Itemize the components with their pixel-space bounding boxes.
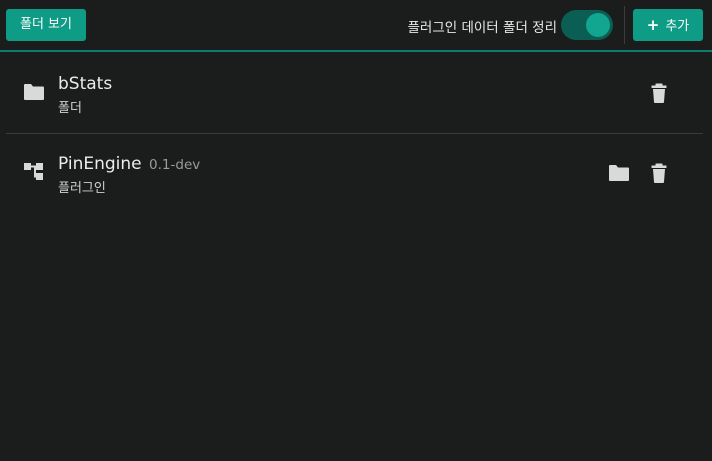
toolbar-divider [624, 6, 625, 44]
list-item[interactable]: PinEngine 0.1-dev 플러그인 [6, 134, 703, 214]
item-version: 0.1-dev [149, 157, 201, 173]
folder-icon[interactable] [606, 160, 632, 186]
item-title: PinEngine 0.1-dev [58, 154, 200, 174]
toggle-knob [586, 13, 610, 37]
item-subtitle: 플러그인 [58, 181, 106, 196]
plugin-tree-icon [23, 162, 45, 182]
cleanup-toggle-label: 플러그인 데이터 폴더 정리 [407, 20, 558, 36]
trash-icon[interactable] [646, 160, 672, 186]
open-folder-button[interactable]: 폴더 보기 [6, 9, 86, 41]
list-item[interactable]: bStats 폴더 [6, 54, 703, 134]
cleanup-toggle[interactable] [561, 10, 613, 40]
item-title: bStats [58, 74, 113, 94]
add-button-label: 추가 [665, 19, 690, 34]
folder-icon [23, 82, 45, 102]
add-button[interactable]: + 추가 [633, 9, 703, 41]
toolbar: 폴더 보기 플러그인 데이터 폴더 정리 + 추가 [0, 0, 712, 52]
plus-icon: + [646, 16, 660, 34]
item-subtitle: 폴더 [58, 101, 82, 116]
item-name: PinEngine [58, 154, 142, 174]
trash-icon[interactable] [646, 80, 672, 106]
